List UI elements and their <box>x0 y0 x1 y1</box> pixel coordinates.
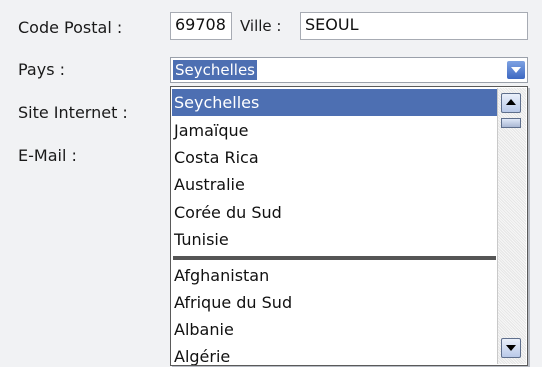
pays-label: Pays : <box>18 60 66 79</box>
pays-dropdown-list[interactable]: Seychelles Jamaïque Costa Rica Australie… <box>170 86 528 366</box>
list-scrollbar[interactable] <box>497 88 526 364</box>
scroll-up-button[interactable] <box>501 93 521 113</box>
list-separator <box>173 256 496 260</box>
list-item[interactable]: Afrique du Sud <box>172 289 498 316</box>
list-item[interactable]: Tunisie <box>172 226 498 253</box>
list-item[interactable]: Costa Rica <box>172 144 498 171</box>
list-item[interactable]: Australie <box>172 171 498 198</box>
code-postal-label: Code Postal : <box>18 18 123 37</box>
site-internet-label: Site Internet : <box>18 103 128 122</box>
code-postal-input[interactable]: 69708 <box>170 12 232 40</box>
scroll-down-button[interactable] <box>501 338 521 358</box>
list-item[interactable]: Afghanistan <box>172 262 498 289</box>
ville-label: Ville : <box>240 17 282 35</box>
chevron-down-icon <box>511 67 521 73</box>
list-item[interactable]: Jamaïque <box>172 117 498 144</box>
scroll-thumb[interactable] <box>501 118 521 128</box>
email-label: E-Mail : <box>18 146 77 165</box>
list-item[interactable]: Corée du Sud <box>172 199 498 226</box>
list-item[interactable]: Albanie <box>172 316 498 343</box>
dropdown-button[interactable] <box>507 61 525 79</box>
arrow-up-icon <box>506 99 516 105</box>
list-item[interactable]: Algérie <box>172 343 498 365</box>
pays-selected-value: Seychelles <box>173 60 257 80</box>
arrow-down-icon <box>506 345 516 351</box>
ville-input[interactable]: SEOUL <box>300 12 528 40</box>
pays-select[interactable]: Seychelles <box>170 57 528 83</box>
list-item[interactable]: Seychelles <box>172 89 498 116</box>
